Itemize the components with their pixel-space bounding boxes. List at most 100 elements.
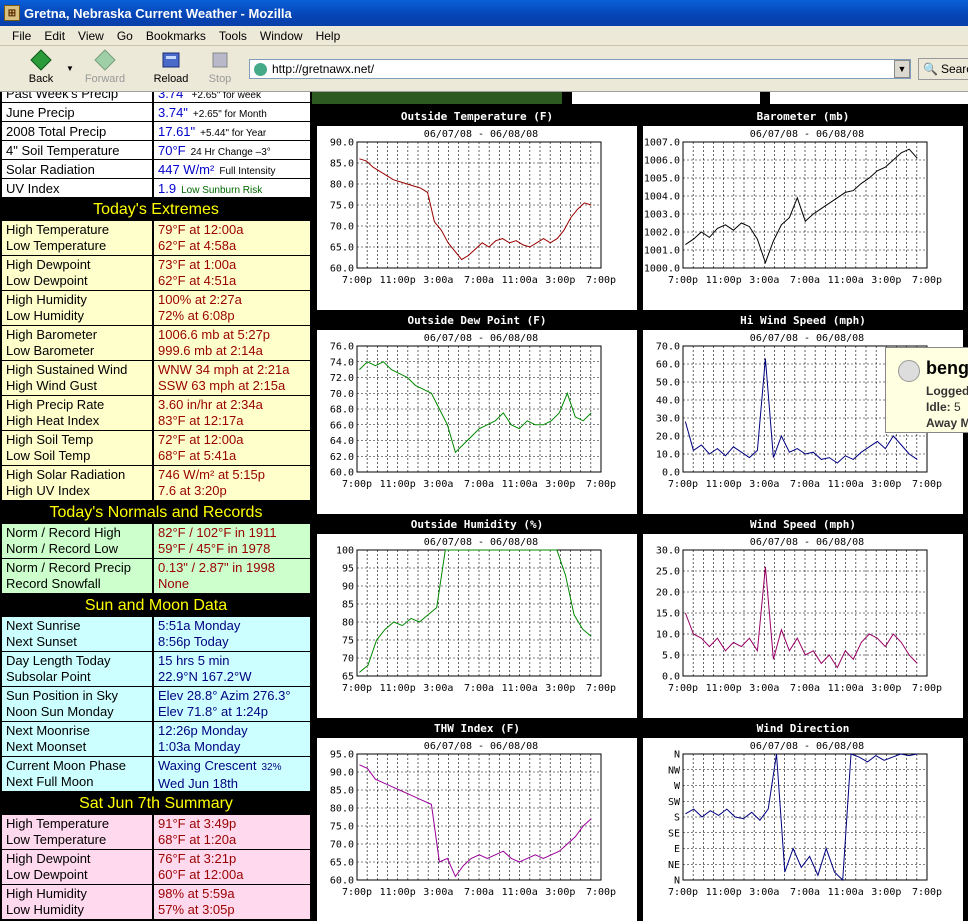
stat-pair-row: High Solar Radiation High UV Index 746 W/m… [2, 466, 310, 501]
chart-svg: 06/07/08 - 06/08/08 30.0 25.0 20.0 15.0 10.0 5… [656, 537, 942, 694]
stat-values: 100% at 2:27a 72% at 6:08p [158, 292, 242, 323]
stat-values: 5:51a Monday 8:56p Today [158, 618, 241, 649]
buddy-away-label: Away M [926, 416, 968, 430]
stat-values: 72°F at 12:00a 68°F at 5:41a [158, 432, 244, 463]
stop-icon [212, 52, 228, 68]
stat-values: 79°F at 12:00a 62°F at 4:58a [158, 222, 244, 253]
buddy-avatar-icon [898, 360, 920, 382]
chart-date-range: 06/07/08 - 06/08/08 [750, 537, 864, 548]
x-tick-label: 7:00p [586, 683, 616, 694]
x-tick-label: 3:00a [423, 275, 453, 286]
stat-pair-row: Next Sunrise Next Sunset 5:51a Monday 8:56p… [2, 617, 310, 652]
stat-values: 0.13" / 2.87" in 1998 None [158, 560, 275, 591]
chart-outside-humidity[interactable]: Outside Humidity (%) 06/07/08 - 06/08/08 1… [317, 516, 637, 720]
stat-labels: High Dewpoint Low Dewpoint [2, 256, 154, 290]
y-tick-label: 70.0 [330, 840, 354, 851]
x-tick-label: 3:00a [423, 887, 453, 898]
y-tick-label: 80 [342, 618, 354, 629]
menu-view[interactable]: View [78, 29, 104, 43]
stat-values: 82°F / 102°F in 1911 59°F / 45°F in 1978 [158, 525, 277, 556]
stat-pair-row: Norm / Record Precip Record Snowfall 0.13"… [2, 559, 310, 594]
reload-button[interactable]: Reload [152, 49, 190, 85]
back-button[interactable]: Back [26, 49, 56, 85]
menu-file[interactable]: File [12, 29, 31, 43]
x-tick-label: 3:00a [749, 887, 779, 898]
series-line [359, 764, 592, 878]
site-icon [254, 63, 267, 76]
y-tick-label: 0.0 [662, 468, 680, 479]
x-tick-label: 11:00p [706, 683, 742, 694]
menu-help[interactable]: Help [316, 29, 341, 43]
series-line [359, 549, 592, 673]
chart-svg: 06/07/08 - 06/08/08100959085807570657:00… [336, 537, 616, 694]
y-tick-label: 60.0 [330, 876, 354, 887]
y-tick-label: 65 [342, 672, 354, 683]
menu-bookmarks[interactable]: Bookmarks [146, 29, 206, 43]
chart-date-range: 06/07/08 - 06/08/08 [424, 333, 538, 344]
x-tick-label: 3:00p [545, 479, 575, 490]
y-tick-label: 70.0 [330, 389, 354, 400]
y-tick-label: 85 [342, 600, 354, 611]
stat-labels: High Soil Temp Low Soil Temp [2, 431, 154, 465]
chart-barometer[interactable]: Barometer (mb) 06/07/08 - 06/08/08 1007.0 1… [643, 108, 963, 312]
x-tick-label: 11:00a [828, 275, 864, 286]
y-tick-label: 1003.0 [644, 210, 680, 221]
y-tick-label: 1002.0 [644, 228, 680, 239]
page-content: Past Week's Precip 3.74" +2.65" for week… [0, 92, 968, 921]
menu-bar: File Edit View Go Bookmarks Tools Window… [0, 26, 968, 46]
stat-value: 17.61" +5.44" for Year [158, 124, 267, 139]
forward-button[interactable]: Forward [84, 49, 126, 85]
stop-label: Stop [208, 73, 232, 85]
x-tick-label: 11:00p [380, 275, 416, 286]
forward-arrow-icon [94, 49, 116, 71]
y-tick-label: 50.0 [656, 378, 680, 389]
url-dropdown-button[interactable]: ▼ [894, 60, 910, 78]
stat-labels: High Barometer Low Barometer [2, 326, 154, 360]
y-tick-label: 5.0 [662, 651, 680, 662]
chart-thw-index[interactable]: THW Index (F) 06/07/08 - 06/08/08 95.0 90.0… [317, 720, 637, 921]
x-tick-label: 3:00p [545, 275, 575, 286]
x-tick-label: 7:00a [464, 887, 494, 898]
stat-pair-row: Day Length Today Subsolar Point 15 hrs 5 m… [2, 652, 310, 687]
buddy-popup[interactable]: beng Logged Idle: 5 Away M [885, 347, 968, 433]
menu-tools[interactable]: Tools [219, 29, 247, 43]
x-tick-label: 11:00a [502, 683, 538, 694]
window-titlebar: ⊞ Gretna, Nebraska Current Weather - Moz… [0, 0, 968, 26]
y-tick-label: SW [668, 797, 681, 808]
x-tick-label: 7:00a [790, 275, 820, 286]
stat-pair-row: High Humidity Low Humidity 98% at 5:59a 57%… [2, 885, 310, 920]
x-tick-label: 11:00p [706, 275, 742, 286]
menu-edit[interactable]: Edit [44, 29, 65, 43]
menu-window[interactable]: Window [260, 29, 303, 43]
chart-wind-direction[interactable]: Wind Direction 06/07/08 - 06/08/08 N NW W SW S… [643, 720, 963, 921]
x-tick-label: 3:00a [749, 683, 779, 694]
y-tick-label: 85.0 [330, 159, 354, 170]
stat-pair-row: High Temperature Low Temperature 91°F at 3… [2, 815, 310, 850]
x-tick-label: 3:00a [749, 275, 779, 286]
reload-icon [162, 52, 180, 68]
y-tick-label: 0.0 [662, 672, 680, 683]
url-text: http://gretnawx.net/ [272, 62, 375, 76]
stat-pair-row: Norm / Record High Norm / Record Low 82°F … [2, 524, 310, 559]
chart-outside-temperature[interactable]: Outside Temperature (F) 06/07/08 - 06/08/… [317, 108, 637, 312]
stop-button[interactable]: Stop [206, 49, 234, 85]
chart-dew-point[interactable]: Outside Dew Point (F) 06/07/08 - 06/08/08… [317, 312, 637, 516]
y-tick-label: 95.0 [330, 750, 354, 761]
menu-go[interactable]: Go [117, 29, 133, 43]
chart-svg: 06/07/08 - 06/08/08 90.0 85.0 80.0 75.0 70.0 6… [330, 129, 616, 286]
back-arrow-icon [30, 49, 52, 71]
y-tick-label: 30.0 [656, 546, 680, 557]
stat-value: 3.74" +2.65" for Month [158, 105, 267, 120]
y-tick-label: 62.0 [330, 452, 354, 463]
stat-values: 98% at 5:59a 57% at 3:05p [158, 886, 235, 917]
stat-labels: Next Sunrise Next Sunset [2, 617, 154, 651]
stat-value: 70°F 24 Hr Change –3° [158, 143, 271, 158]
chart-date-range: 06/07/08 - 06/08/08 [424, 537, 538, 548]
url-input[interactable]: http://gretnawx.net/ [249, 59, 911, 79]
chart-wind-speed[interactable]: Wind Speed (mph) 06/07/08 - 06/08/08 30.0 2… [643, 516, 963, 720]
stat-labels: High Temperature Low Temperature [2, 221, 154, 255]
y-tick-label: 1005.0 [644, 174, 680, 185]
series-line [359, 158, 592, 261]
search-button[interactable]: 🔍 Search [918, 58, 968, 80]
back-history-dropdown[interactable]: ▼ [66, 64, 74, 73]
